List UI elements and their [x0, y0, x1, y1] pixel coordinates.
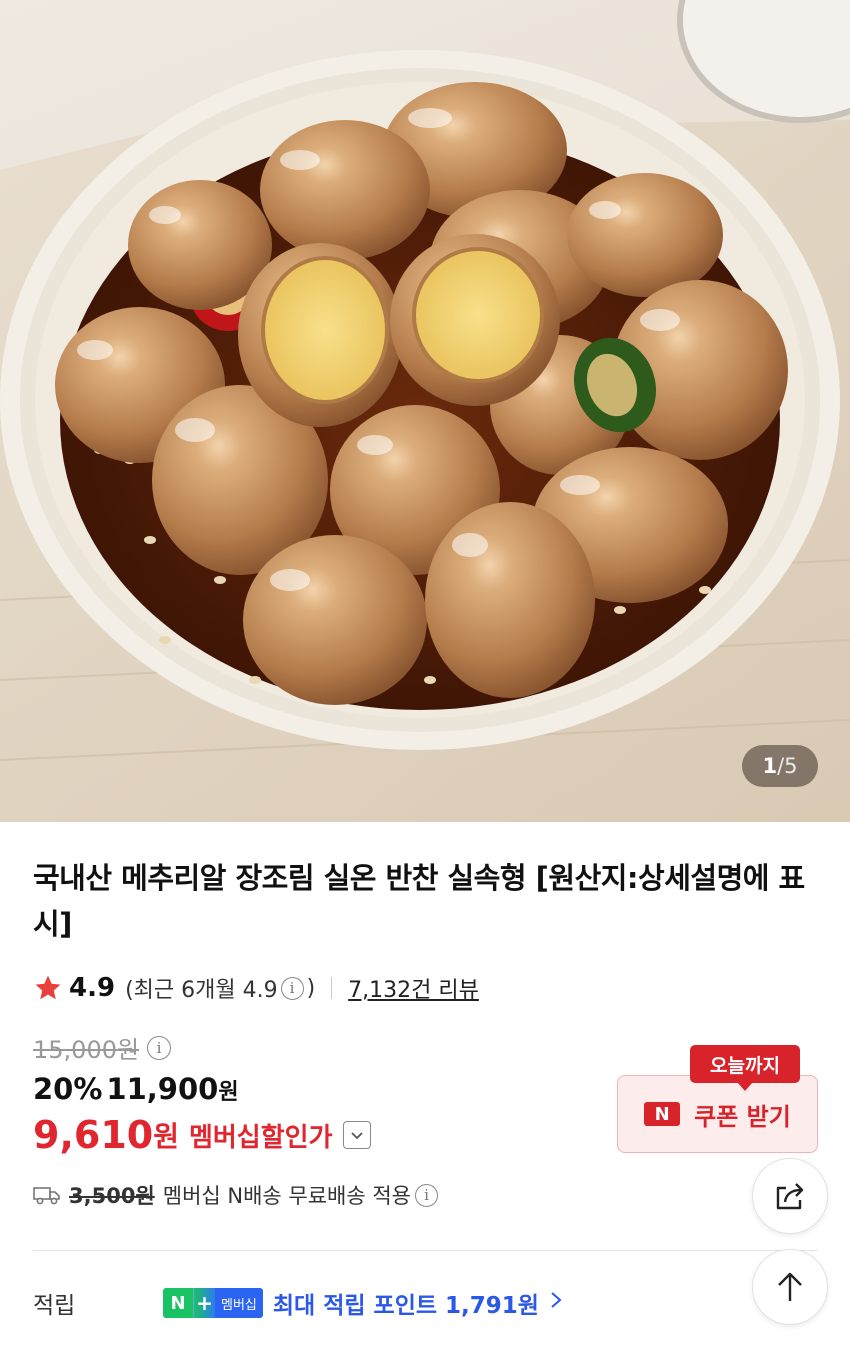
shipping-row: 3,500원 멤버십 N배송 무료배송 적용 i: [33, 1180, 441, 1210]
product-photo: [0, 0, 850, 822]
badge-member: 멤버십: [215, 1288, 263, 1318]
image-counter: 1 / 5: [742, 745, 818, 787]
chevron-down-icon[interactable]: [342, 1121, 371, 1149]
coupon-button[interactable]: N 쿠폰 받기: [617, 1075, 818, 1153]
member-price-row: 9,610 원 멤버십할인가: [33, 1113, 371, 1157]
star-icon: [35, 975, 61, 1000]
info-icon[interactable]: i: [147, 1035, 172, 1060]
naver-membership-badge: N + 멤버십: [163, 1288, 263, 1318]
rating-recent-text: (최근 6개월 4.9: [125, 978, 278, 1003]
rating-recent-close: ): [306, 975, 316, 1001]
product-title: 국내산 메추리알 장조림 실온 반찬 실속형 [원산지:상세설명에 표시]: [33, 861, 805, 941]
rating-score: 4.9: [69, 973, 116, 1003]
badge-n: N: [163, 1288, 193, 1318]
coupon-button-label: 쿠폰 받기: [694, 1102, 791, 1131]
points-desc: 최대 적립 포인트: [272, 1293, 438, 1319]
coupon-deadline-tag: 오늘까지: [690, 1045, 800, 1091]
product-image[interactable]: 1 / 5: [0, 0, 850, 822]
chevron-right-icon: [549, 1290, 563, 1316]
points-label: 적립: [33, 1293, 76, 1319]
points-row[interactable]: 적립 N + 멤버십 최대 적립 포인트 1,791원: [33, 1286, 563, 1320]
image-counter-total: 5: [784, 754, 798, 778]
divider: [33, 1250, 818, 1251]
rating-row: 4.9 (최근 6개월 4.9 i ) 7,132건 리뷰: [33, 968, 479, 1008]
badge-plus: +: [193, 1288, 215, 1318]
naver-logo-icon: N: [644, 1102, 681, 1126]
reviews-link[interactable]: 7,132건 리뷰: [348, 972, 479, 1004]
truck-icon: [33, 1187, 60, 1205]
member-price: 9,610: [33, 1113, 154, 1157]
shipping-fee: 3,500원: [69, 1184, 155, 1208]
arrow-up-icon: [778, 1272, 802, 1301]
scroll-top-button[interactable]: [752, 1249, 828, 1325]
info-icon[interactable]: i: [415, 1183, 439, 1207]
share-button[interactable]: [752, 1158, 828, 1234]
divider: [331, 977, 333, 999]
sale-price-row: 20% 11,900 원: [33, 1072, 239, 1106]
member-price-label: 멤버십할인가: [188, 1122, 333, 1153]
share-icon: [776, 1183, 804, 1210]
shipping-text: 멤버십 N배송 무료배송 적용: [162, 1184, 412, 1208]
discount-percent: 20%: [33, 1072, 103, 1106]
points-amount: 1,791원: [445, 1293, 539, 1319]
sale-price-unit: 원: [218, 1080, 239, 1105]
rating-recent: (최근 6개월 4.9 i ): [125, 972, 315, 1004]
original-price-row: 15,000원 i: [33, 1030, 174, 1065]
original-price: 15,000원: [33, 1036, 140, 1064]
image-counter-current: 1: [762, 754, 778, 778]
sale-price: 11,900: [106, 1072, 219, 1106]
member-price-unit: 원: [153, 1120, 179, 1153]
image-counter-separator: /: [777, 754, 785, 778]
info-icon[interactable]: i: [280, 976, 304, 1000]
